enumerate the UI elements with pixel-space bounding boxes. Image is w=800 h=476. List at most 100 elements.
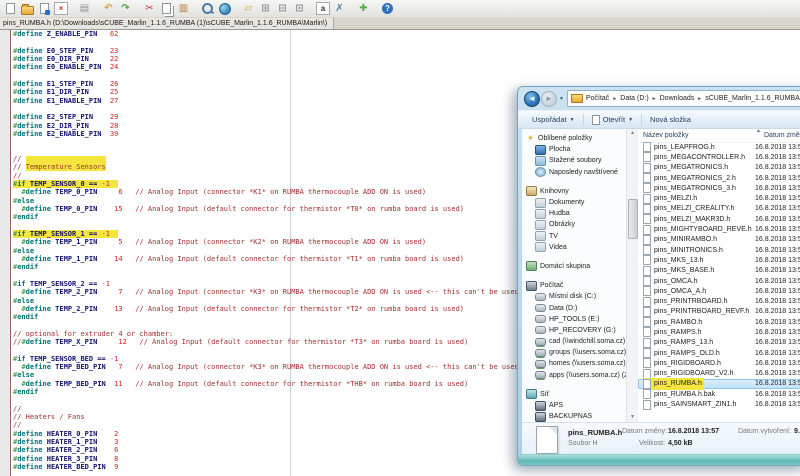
sidebar-item-cad-windchill-soma-cz-[interactable]: cad (\\windchill.soma.cz): [522, 336, 626, 347]
sidebar-item-videa[interactable]: Videa: [522, 242, 626, 253]
back-button[interactable]: ◄: [524, 91, 540, 107]
find-icon[interactable]: [200, 2, 215, 16]
file-icon: [643, 338, 651, 348]
open-file-icon[interactable]: [20, 2, 35, 16]
file-name: pins_RUMBA.h: [643, 378, 755, 390]
file-row[interactable]: pins_LEAPFROG.h16.8.2018 13:57: [638, 142, 800, 152]
file-row[interactable]: pins_MELZI.h16.8.2018 13:57: [638, 193, 800, 203]
find-web-icon[interactable]: [217, 2, 232, 16]
explorer-file-list: Název položky ▲ Datum změny pins_LEAPFRO…: [638, 129, 800, 422]
file-row[interactable]: pins_MEGACONTROLLER.h16.8.2018 13:57: [638, 152, 800, 162]
file-row[interactable]: pins_MELZI_CREALITY.h16.8.2018 13:57: [638, 204, 800, 214]
file-row[interactable]: pins_RUMBA.h.bak16.8.2018 13:57: [638, 389, 800, 399]
file-name: pins_RAMPS.h: [643, 327, 755, 337]
sidebar-item-sta-en-soubory[interactable]: Stažené soubory: [522, 155, 626, 166]
file-row[interactable]: pins_RAMBO.h16.8.2018 13:57: [638, 317, 800, 327]
split-horizontal-icon[interactable]: ⊟: [275, 2, 290, 16]
print-icon[interactable]: ▤: [77, 2, 92, 16]
sidebar-item-data-d-[interactable]: Data (D:): [522, 302, 626, 313]
sidebar-item-obr-zky[interactable]: Obrázky: [522, 219, 626, 230]
sidebar-item-naposledy-nav-t-ven-[interactable]: Naposledy navštívené: [522, 167, 626, 178]
file-name: pins_MEGATRONICS_3.h: [643, 183, 755, 193]
file-row[interactable]: pins_MEGATRONICS_3.h16.8.2018 13:57: [638, 183, 800, 193]
sidebar-item-hp-tools-e-[interactable]: HP_TOOLS (E:): [522, 314, 626, 325]
column-header-date[interactable]: Datum změny: [764, 132, 800, 139]
sidebar-item-label: Videa: [549, 244, 567, 251]
history-dropdown-icon[interactable]: ▼: [559, 96, 564, 102]
file-row[interactable]: pins_RUMBA.h16.8.2018 13:57: [638, 379, 800, 389]
sidebar-item-tv[interactable]: TV: [522, 231, 626, 242]
file-row[interactable]: pins_MINITRONICS.h16.8.2018 13:57: [638, 245, 800, 255]
file-row[interactable]: pins_MELZI_MAKR3D.h16.8.2018 13:57: [638, 214, 800, 224]
sidebar-item-groups-users-soma-cz-[interactable]: groups (\\users.soma.cz): [522, 347, 626, 358]
breadcrumb-segment[interactable]: Downloads: [660, 95, 695, 102]
column-header-name[interactable]: Název položky: [643, 132, 689, 139]
new-window-icon[interactable]: ▱: [241, 2, 256, 16]
sidebar-item-aps[interactable]: APS: [522, 400, 626, 411]
file-row[interactable]: pins_PRINTRBOARD_REVF.h16.8.2018 13:57: [638, 307, 800, 317]
file-row[interactable]: pins_MKS_13.h16.8.2018 13:57: [638, 255, 800, 265]
sidebar-item-label: APS: [549, 402, 563, 409]
undo-icon[interactable]: ↶: [101, 2, 116, 16]
sidebar-item-backupnas[interactable]: BACKUPNAS: [522, 411, 626, 422]
copy-icon[interactable]: [159, 2, 174, 16]
file-row[interactable]: pins_OMCA_A.h16.8.2018 13:57: [638, 286, 800, 296]
file-date: 16.8.2018 13:57: [755, 195, 800, 202]
sidebar-item-hp-recovery-g-[interactable]: HP_RECOVERY (G:): [522, 325, 626, 336]
file-row[interactable]: pins_SAINSMART_ZIN1.h16.8.2018 13:57: [638, 399, 800, 409]
breadcrumb-segment[interactable]: Počítač: [586, 95, 609, 102]
network-icon: [526, 389, 537, 399]
breadcrumb-segment[interactable]: Data (D:): [620, 95, 648, 102]
sidebar-item-dokumenty[interactable]: Dokumenty: [522, 197, 626, 208]
file-row[interactable]: pins_RAMPS.h16.8.2018 13:57: [638, 327, 800, 337]
file-date: 16.8.2018 13:57: [755, 380, 800, 387]
sidebar-item-homes-users-soma-cz-[interactable]: homes (\\users.soma.cz): [522, 358, 626, 369]
new-file-icon[interactable]: [3, 2, 18, 16]
code-line: #define E0_STEP_PIN 23: [13, 47, 738, 55]
file-row[interactable]: pins_RIGIDBOARD.h16.8.2018 13:57: [638, 358, 800, 368]
new-folder-button[interactable]: Nová složka: [646, 112, 695, 127]
file-row[interactable]: pins_OMCA.h16.8.2018 13:57: [638, 276, 800, 286]
maximize-window-icon[interactable]: ⊞: [258, 2, 273, 16]
sidebar-item-plocha[interactable]: Plocha: [522, 144, 626, 155]
file-row[interactable]: pins_MEGATRONICS.h16.8.2018 13:57: [638, 163, 800, 173]
close-file-icon[interactable]: ×: [54, 2, 68, 15]
sidebar-item-knihovny[interactable]: Knihovny: [522, 186, 626, 197]
editor-file-tab[interactable]: pins_RUMBA.h (D:\Downloads\sCUBE_Marlin_…: [0, 18, 334, 29]
open-button[interactable]: Otevřít▼: [588, 112, 637, 127]
paste-icon[interactable]: ▥: [176, 2, 191, 16]
forward-button[interactable]: ►: [541, 91, 557, 107]
sidebar-item-m-stn-disk-c-[interactable]: Místní disk (C:): [522, 291, 626, 302]
breadcrumb-segment[interactable]: sCUBE_Marlin_1.1.6_RUMBA (1): [705, 95, 800, 102]
file-row[interactable]: pins_MEGATRONICS_2.h16.8.2018 13:57: [638, 173, 800, 183]
cut-icon[interactable]: ✂: [142, 2, 157, 16]
sidebar-item-obl-ben-polo-ky[interactable]: ★Oblíbené položky: [522, 133, 626, 144]
help-icon[interactable]: ?: [380, 2, 395, 16]
redo-icon[interactable]: ↷: [118, 2, 133, 16]
file-row[interactable]: pins_RAMPS_OLD.h16.8.2018 13:57: [638, 348, 800, 358]
chevron-down-icon: ▼: [628, 117, 633, 123]
scroll-up-icon[interactable]: ▲: [627, 129, 638, 138]
nav-scrollbar[interactable]: ▲ ▼: [626, 129, 638, 422]
scrollbar-thumb[interactable]: [628, 199, 638, 239]
organize-button[interactable]: Uspořádat▼: [528, 112, 579, 127]
file-row[interactable]: pins_RAMPS_13.h16.8.2018 13:57: [638, 338, 800, 348]
file-row[interactable]: pins_MIGHTYBOARD_REVE.h16.8.2018 13:57: [638, 224, 800, 234]
plugin-icon[interactable]: ✚: [356, 2, 371, 16]
split-vertical-icon[interactable]: ⊡: [292, 2, 307, 16]
sidebar-item-s-[interactable]: Síť: [522, 389, 626, 400]
sidebar-item-hudba[interactable]: Hudba: [522, 208, 626, 219]
save-file-icon[interactable]: [37, 2, 52, 16]
homegroup-icon: [526, 261, 537, 271]
toolbar-separator: [309, 2, 316, 16]
file-row[interactable]: pins_MINIRAMBO.h16.8.2018 13:57: [638, 235, 800, 245]
file-row[interactable]: pins_MKS_BASE.h16.8.2018 13:57: [638, 266, 800, 276]
font-icon[interactable]: a: [316, 2, 330, 15]
settings-icon[interactable]: ✗: [332, 2, 347, 16]
scroll-down-icon[interactable]: ▼: [627, 413, 638, 422]
sidebar-item-apps-users-soma-cz-z[interactable]: apps (\\users.soma.cz) (Z: [522, 370, 626, 381]
breadcrumb[interactable]: Počítač►Data (D:)►Downloads►sCUBE_Marlin…: [567, 90, 800, 107]
file-row[interactable]: pins_PRINTRBOARD.h16.8.2018 13:57: [638, 296, 800, 306]
sidebar-item-po-ta-[interactable]: Počítač: [522, 280, 626, 291]
sidebar-item-dom-c-skupina[interactable]: Domácí skupina: [522, 261, 626, 272]
